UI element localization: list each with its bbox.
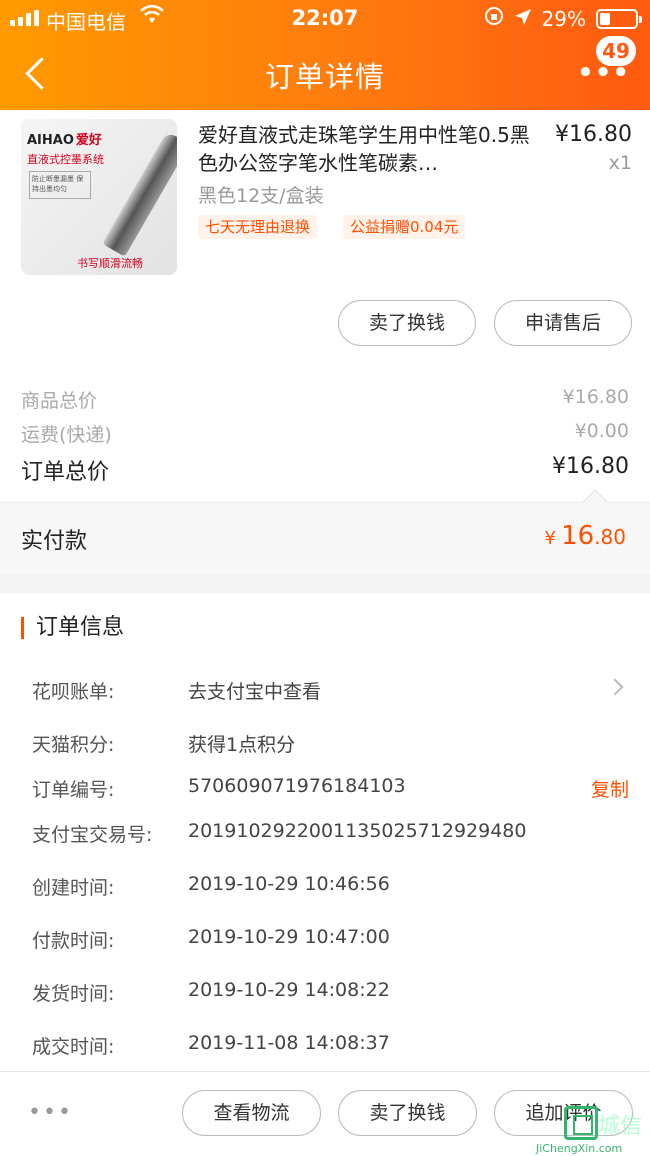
copy-button[interactable]: 复制 xyxy=(591,775,629,802)
info-value: 2019-10-29 10:47:00 xyxy=(188,926,390,948)
info-key: 付款时间: xyxy=(32,930,115,952)
info-key: 订单编号: xyxy=(32,779,115,801)
watermark-url: JiChengXin.com xyxy=(536,1142,623,1155)
goods-total-row: 商品总价 ¥16.80 xyxy=(21,386,629,413)
info-value: 去支付宝中查看 xyxy=(188,681,322,703)
order-total-label: 订单总价 xyxy=(21,460,110,485)
info-value: 2019-10-29 14:08:22 xyxy=(188,979,390,1001)
pen-image xyxy=(102,131,177,257)
chevron-right-icon xyxy=(606,678,624,696)
goods-total-value: ¥16.80 xyxy=(562,386,629,408)
battery-percent: 29% xyxy=(541,6,586,31)
header-bar: 中国电信 22:07 29% 订单详情 49 ••• xyxy=(0,0,650,110)
order-info-section: 订单信息 花呗账单: 去支付宝中查看 天猫积分: 获得1点积分 订单编号: 57… xyxy=(0,593,650,1071)
shipping-value: ¥0.00 xyxy=(574,420,629,442)
thumb-system-text: 直液式控墨系统 xyxy=(27,153,104,166)
order-total-row: 订单总价 ¥16.80 xyxy=(21,454,629,486)
info-value: 570609071976184103 xyxy=(188,775,406,797)
info-key: 天猫积分: xyxy=(32,734,115,756)
battery-icon xyxy=(596,8,642,29)
info-key: 成交时间: xyxy=(32,1036,115,1058)
thumb-note: 防止断墨漏墨 保持出墨均匀 xyxy=(29,171,91,199)
watermark-text: 城信 xyxy=(598,1114,643,1139)
paid-label: 实付款 xyxy=(21,529,88,554)
goods-total-label: 商品总价 xyxy=(21,390,98,412)
paid-amount-section: 实付款 ¥ 16.80 xyxy=(0,489,650,574)
info-key: 花呗账单: xyxy=(32,681,115,703)
watermark: 城信 JiChengXin.com xyxy=(524,1104,644,1155)
info-key: 支付宝交易号: xyxy=(32,824,153,846)
shipping-label: 运费(快递) xyxy=(21,424,112,446)
paid-integer: 16 xyxy=(561,521,595,551)
view-logistics-button[interactable]: 查看物流 xyxy=(182,1090,321,1136)
shipping-row: 运费(快递) ¥0.00 xyxy=(21,420,629,447)
status-bar: 中国电信 22:07 29% xyxy=(0,0,650,36)
info-value: 2019102922001135025712929480 xyxy=(188,820,527,842)
product-title[interactable]: 爱好直液式走珠笔学生用中性笔0.5黑色办公签字笔水性笔碳素… xyxy=(198,121,538,177)
sell-again-button[interactable]: 卖了换钱 xyxy=(338,1090,477,1136)
more-menu-button[interactable]: ••• xyxy=(577,60,630,86)
info-key: 发货时间: xyxy=(32,983,115,1005)
info-value: 获得1点积分 xyxy=(188,734,296,756)
order-info-header: 订单信息 xyxy=(21,617,124,639)
battery-fill xyxy=(600,12,610,25)
product-thumbnail[interactable]: AIHAO 爱好 直液式控墨系统 防止断墨漏墨 保持出墨均匀 书写顺滑流畅 xyxy=(21,119,177,275)
order-total-value: ¥16.80 xyxy=(552,454,629,479)
info-value: 2019-11-08 14:08:37 xyxy=(188,1032,390,1054)
price-summary: 商品总价 ¥16.80 运费(快递) ¥0.00 订单总价 ¥16.80 xyxy=(0,370,650,502)
product-card[interactable]: AIHAO 爱好 直液式控墨系统 防止断墨漏墨 保持出墨均匀 书写顺滑流畅 爱好直… xyxy=(0,110,650,370)
tag-charity: 公益捐赠0.04元 xyxy=(343,215,466,239)
tag-return-policy: 七天无理由退换 xyxy=(198,215,318,239)
page-title: 订单详情 xyxy=(264,60,385,94)
product-price: ¥16.80 xyxy=(555,122,632,147)
info-key: 创建时间: xyxy=(32,877,115,899)
currency-symbol: ¥ xyxy=(544,528,556,549)
sell-button[interactable]: 卖了换钱 xyxy=(338,300,476,346)
product-quantity: x1 xyxy=(608,152,632,174)
paid-decimal: .80 xyxy=(594,525,626,549)
more-actions-button[interactable]: ••• xyxy=(28,1100,73,1125)
paid-amount: ¥ 16.80 xyxy=(545,521,626,551)
rotation-lock-icon xyxy=(484,6,504,31)
thumb-slogan: 书写顺滑流畅 xyxy=(77,257,143,270)
product-sku: 黑色12支/盒装 xyxy=(198,185,324,207)
location-arrow-icon xyxy=(514,7,532,31)
after-sale-button[interactable]: 申请售后 xyxy=(494,300,632,346)
info-value: 2019-10-29 10:46:56 xyxy=(188,873,390,895)
thumb-brand: AIHAO 爱好 xyxy=(27,133,102,148)
watermark-logo-icon xyxy=(564,1106,598,1140)
